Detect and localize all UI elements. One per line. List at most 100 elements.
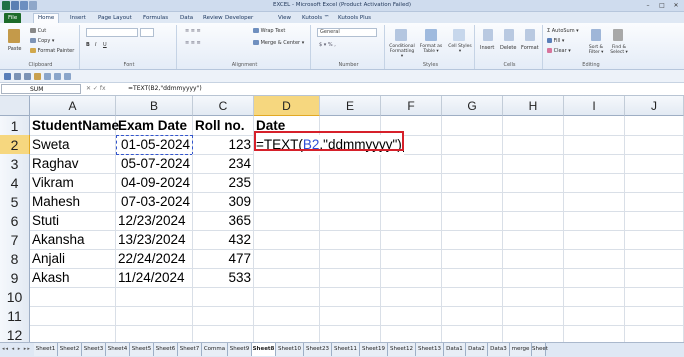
conditional-formatting-icon[interactable]: [395, 29, 407, 41]
sheet-tab-sheet13[interactable]: Sheet13: [416, 343, 444, 356]
sheet-tab-sheet12[interactable]: Sheet12: [388, 343, 416, 356]
format-table-icon[interactable]: [425, 29, 437, 41]
sheet-tab-sheet[interactable]: Sheet: [532, 343, 548, 356]
cell-styles-icon[interactable]: [453, 29, 465, 41]
cell-c8[interactable]: 477: [193, 249, 254, 269]
grid-cell[interactable]: [381, 192, 442, 212]
grid-cell[interactable]: [254, 211, 320, 231]
grid-cell[interactable]: [503, 287, 564, 307]
grid-cell[interactable]: [625, 306, 684, 326]
grid-cell[interactable]: [503, 249, 564, 269]
cell-a6[interactable]: Stuti: [30, 211, 116, 231]
tab-formulas[interactable]: Formulas: [143, 14, 168, 23]
grid-cell[interactable]: [625, 192, 684, 212]
cell-b8[interactable]: 22/24/2024: [116, 249, 193, 269]
format-button[interactable]: Format: [521, 45, 539, 51]
sheet-tab-data1[interactable]: Data1: [444, 343, 466, 356]
cut-button[interactable]: Cut: [30, 28, 46, 34]
cell-b7[interactable]: 13/23/2024: [116, 230, 193, 250]
delete-cells-icon[interactable]: [504, 29, 514, 41]
grid-cell[interactable]: [442, 192, 503, 212]
column-header-c[interactable]: C: [193, 96, 254, 116]
grid-cell[interactable]: [503, 192, 564, 212]
row-header-6[interactable]: 6: [0, 211, 30, 231]
folder-icon[interactable]: [34, 73, 41, 80]
format-cells-icon[interactable]: [525, 29, 535, 41]
column-header-g[interactable]: G: [442, 96, 503, 116]
undo-icon[interactable]: [14, 73, 21, 80]
sheet-tab-sheet6[interactable]: Sheet6: [154, 343, 178, 356]
grid-cell[interactable]: [254, 268, 320, 288]
sheet-tab-data3[interactable]: Data3: [488, 343, 510, 356]
grid-cell[interactable]: [503, 306, 564, 326]
tab-home[interactable]: Home: [33, 13, 60, 23]
cell-b4[interactable]: 04-09-2024: [116, 173, 193, 193]
cell-a1[interactable]: StudentName: [30, 116, 119, 136]
grid-cell[interactable]: [381, 287, 442, 307]
sheet-tab-sheet4[interactable]: Sheet4: [106, 343, 130, 356]
grid-cell[interactable]: [564, 230, 625, 250]
grid-cell[interactable]: [320, 154, 381, 174]
tab-kutools-plus[interactable]: Kutools Plus: [338, 14, 371, 23]
grid-cell[interactable]: [116, 287, 193, 307]
sheet-nav-arrows[interactable]: ◂◂ ◂ ▸ ▸▸: [2, 346, 31, 352]
save-icon[interactable]: [4, 73, 11, 80]
grid-cell[interactable]: [503, 173, 564, 193]
column-header-f[interactable]: F: [381, 96, 442, 116]
customize-icon[interactable]: [64, 73, 71, 80]
font-size-select[interactable]: [140, 28, 154, 37]
grid-cell[interactable]: [503, 135, 564, 155]
fx-icon[interactable]: ✕ ✓ fx: [86, 84, 106, 94]
cell-c1[interactable]: Roll no.: [193, 116, 254, 136]
grid-cell[interactable]: [381, 154, 442, 174]
grid-cell[interactable]: [254, 192, 320, 212]
grid-cell[interactable]: [320, 268, 381, 288]
grid-cell[interactable]: [503, 116, 564, 136]
sheet-tab-sheet3[interactable]: Sheet3: [82, 343, 106, 356]
preview-icon[interactable]: [54, 73, 61, 80]
cell-a8[interactable]: Anjali: [30, 249, 116, 269]
row-header-5[interactable]: 5: [0, 192, 30, 212]
minimize-icon[interactable]: –: [642, 1, 654, 10]
cell-a2[interactable]: Sweta: [30, 135, 116, 155]
grid-cell[interactable]: [625, 135, 684, 155]
cell-a4[interactable]: Vikram: [30, 173, 116, 193]
grid-cell[interactable]: [442, 268, 503, 288]
grid-cell[interactable]: [442, 211, 503, 231]
grid-cell[interactable]: [442, 173, 503, 193]
cell-c5[interactable]: 309: [193, 192, 254, 212]
italic-button[interactable]: I: [95, 42, 96, 48]
sheet-tab-sheet10[interactable]: Sheet10: [276, 343, 304, 356]
cell-c7[interactable]: 432: [193, 230, 254, 250]
grid-cell[interactable]: [442, 287, 503, 307]
grid-cell[interactable]: [442, 116, 503, 136]
sheet-tab-sheet8[interactable]: Sheet8: [252, 343, 276, 356]
grid-cell[interactable]: [625, 154, 684, 174]
column-header-e[interactable]: E: [320, 96, 381, 116]
redo-icon[interactable]: [24, 73, 31, 80]
grid-cell[interactable]: [625, 211, 684, 231]
tab-file[interactable]: File: [4, 13, 22, 23]
insert-button[interactable]: Insert: [480, 45, 494, 51]
insert-cells-icon[interactable]: [483, 29, 493, 41]
column-header-d[interactable]: D: [254, 96, 320, 116]
align-left-icon[interactable]: ≡ ≡ ≡: [185, 40, 201, 46]
grid-cell[interactable]: [503, 230, 564, 250]
cell-a5[interactable]: Mahesh: [30, 192, 116, 212]
sheet-tab-comma[interactable]: Comma: [202, 343, 228, 356]
grid-cell[interactable]: [320, 173, 381, 193]
delete-button[interactable]: Delete: [500, 45, 516, 51]
paste-icon[interactable]: [8, 29, 20, 43]
tab-kutools[interactable]: Kutools ™: [302, 14, 329, 23]
grid-cell[interactable]: [625, 287, 684, 307]
clear-button[interactable]: Clear ▾: [547, 48, 571, 54]
cell-a9[interactable]: Akash: [30, 268, 116, 288]
grid-cell[interactable]: [116, 306, 193, 326]
row-header-4[interactable]: 4: [0, 173, 30, 193]
grid-cell[interactable]: [320, 306, 381, 326]
grid-cell[interactable]: [564, 249, 625, 269]
grid-cell[interactable]: [503, 211, 564, 231]
wrap-text-button[interactable]: Wrap Text: [253, 28, 285, 34]
grid-cell[interactable]: [320, 211, 381, 231]
copy-button[interactable]: Copy ▾: [30, 38, 54, 44]
